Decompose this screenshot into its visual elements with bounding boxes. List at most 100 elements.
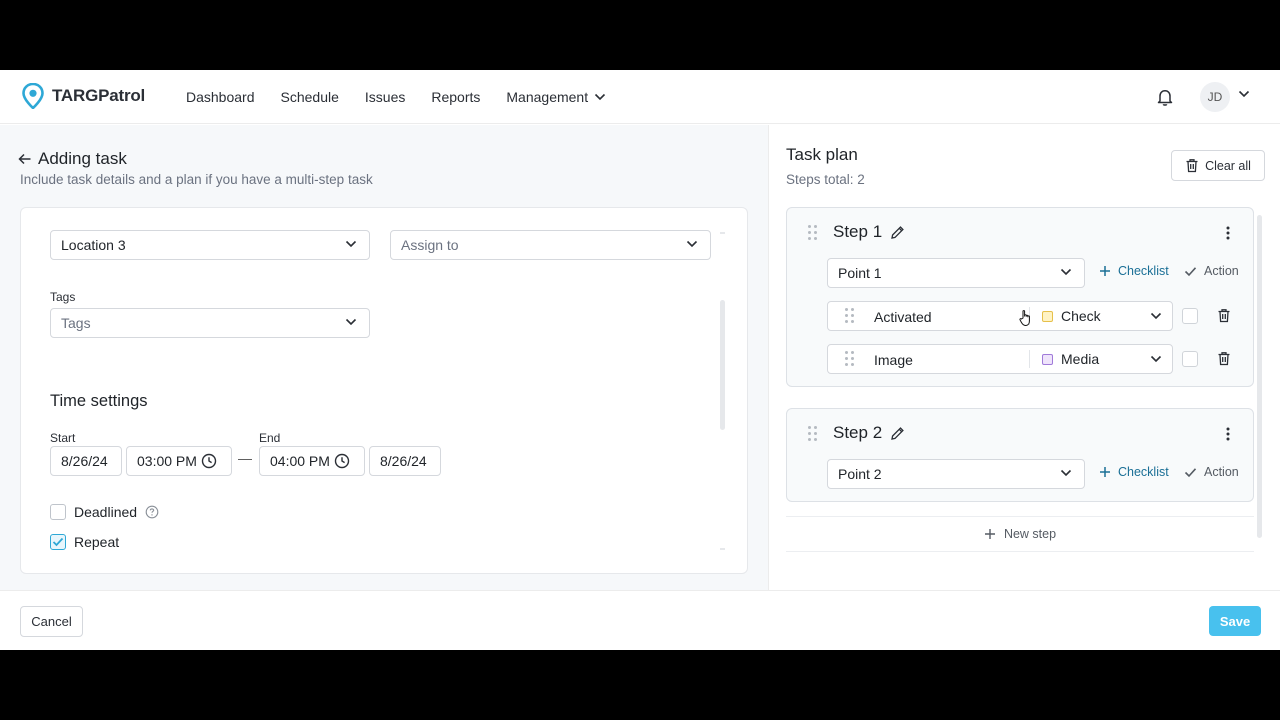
nav-reports[interactable]: Reports — [431, 89, 480, 105]
add-action-button[interactable]: Action — [1184, 264, 1239, 278]
form-scrollbar[interactable] — [720, 300, 725, 430]
assign-to-placeholder: Assign to — [401, 237, 459, 253]
check-type-icon — [1042, 310, 1053, 322]
checkmark-icon — [1184, 266, 1197, 276]
item-required-checkbox[interactable] — [1182, 308, 1198, 324]
user-avatar[interactable]: JD — [1200, 82, 1230, 112]
pencil-icon[interactable] — [890, 225, 905, 240]
checklist-item-name[interactable]: Activated — [874, 309, 932, 325]
location-select[interactable]: Location 3 — [50, 230, 370, 260]
deadlined-checkbox[interactable] — [50, 504, 66, 520]
drag-handle-icon[interactable] — [808, 426, 817, 441]
point-select[interactable]: Point 1 — [827, 258, 1085, 288]
tags-select[interactable]: Tags — [50, 308, 370, 338]
nav-issues[interactable]: Issues — [365, 89, 405, 105]
end-time-input[interactable]: 04:00 PM — [259, 446, 365, 476]
step-title: Step 2 — [833, 423, 905, 443]
repeat-option[interactable]: Repeat — [50, 534, 119, 550]
chevron-down-icon — [1150, 312, 1162, 320]
new-step-button[interactable]: New step — [786, 516, 1254, 552]
chevron-down-icon — [595, 93, 606, 101]
clear-all-button[interactable]: Clear all — [1171, 150, 1265, 181]
item-type-value: Check — [1061, 308, 1101, 324]
repeat-checkbox[interactable] — [50, 534, 66, 550]
main-nav: Dashboard Schedule Issues Reports Manage… — [186, 70, 606, 124]
point-select-value: Point 1 — [838, 265, 882, 281]
step-title: Step 1 — [833, 222, 905, 242]
plan-scrollbar[interactable] — [1257, 215, 1262, 538]
assign-to-select[interactable]: Assign to — [390, 230, 711, 260]
checkmark-icon — [52, 537, 64, 547]
trash-icon — [1186, 159, 1198, 173]
page-title: Adding task — [38, 149, 127, 168]
cancel-button[interactable]: Cancel — [20, 606, 83, 637]
end-date-input[interactable]: 8/26/24 — [369, 446, 441, 476]
kebab-menu-icon[interactable] — [1225, 426, 1231, 442]
add-checklist-button[interactable]: Checklist — [1099, 264, 1169, 278]
add-action-button[interactable]: Action — [1184, 465, 1239, 479]
add-action-label: Action — [1204, 465, 1239, 479]
item-type-select[interactable]: Media — [1042, 351, 1162, 367]
end-date-value: 8/26/24 — [380, 453, 427, 469]
drag-handle-icon[interactable] — [845, 308, 854, 323]
item-type-select[interactable]: Check — [1042, 308, 1162, 324]
step-card: Step 1 Point 1 Checklist Action Activate… — [786, 207, 1254, 387]
divider — [1029, 350, 1030, 368]
step-title-label: Step 2 — [833, 423, 883, 442]
chevron-down-icon[interactable] — [1238, 90, 1250, 98]
chevron-down-icon — [345, 240, 357, 248]
trash-icon[interactable] — [1217, 308, 1231, 323]
clock-icon[interactable] — [334, 453, 350, 469]
app-screen: TARGPatrol Dashboard Schedule Issues Rep… — [0, 70, 1280, 650]
task-plan-title: Task plan — [786, 145, 858, 164]
task-form-card: Location 3 Assign to Tags Tags Time sett… — [20, 207, 748, 574]
start-date-value: 8/26/24 — [61, 453, 108, 469]
start-label: Start — [50, 431, 76, 445]
kebab-menu-icon[interactable] — [1225, 225, 1231, 241]
drag-handle-icon[interactable] — [808, 225, 817, 240]
plus-icon — [1100, 467, 1110, 477]
clear-all-label: Clear all — [1205, 158, 1251, 173]
save-button[interactable]: Save — [1209, 606, 1261, 636]
nav-dashboard[interactable]: Dashboard — [186, 89, 255, 105]
logo[interactable]: TARGPatrol — [22, 83, 145, 109]
page-subtitle: Include task details and a plan if you h… — [20, 172, 373, 187]
bell-icon[interactable] — [1155, 87, 1175, 107]
start-time-value: 03:00 PM — [137, 453, 197, 469]
trash-icon[interactable] — [1217, 351, 1231, 366]
scrollbar-track-bottom — [720, 548, 725, 550]
app-name: TARGPatrol — [52, 86, 146, 105]
end-time-value: 04:00 PM — [270, 453, 330, 469]
point-select[interactable]: Point 2 — [827, 459, 1085, 489]
pencil-icon[interactable] — [890, 426, 905, 441]
help-circle-icon[interactable] — [145, 505, 159, 519]
chevron-down-icon — [345, 318, 357, 326]
back-link[interactable]: Adding task — [18, 149, 127, 169]
tags-placeholder: Tags — [61, 315, 91, 331]
add-checklist-label: Checklist — [1118, 465, 1169, 479]
start-time-input[interactable]: 03:00 PM — [126, 446, 232, 476]
media-type-icon — [1042, 353, 1053, 365]
start-date-input[interactable]: 8/26/24 — [50, 446, 122, 476]
drag-handle-icon[interactable] — [845, 351, 854, 366]
checklist-item: Image Media — [827, 344, 1173, 374]
task-plan-pane: Task plan Steps total: 2 Clear all Step … — [768, 125, 1280, 590]
point-select-value: Point 2 — [838, 466, 882, 482]
deadlined-option[interactable]: Deadlined — [50, 504, 159, 520]
checkmark-icon — [1184, 467, 1197, 477]
nav-management-label: Management — [506, 89, 589, 105]
time-settings-title: Time settings — [50, 392, 148, 410]
task-details-pane: Adding task Include task details and a p… — [0, 125, 768, 590]
chevron-down-icon — [1060, 469, 1072, 477]
location-select-value: Location 3 — [61, 237, 126, 253]
checklist-item-name[interactable]: Image — [874, 352, 913, 368]
item-required-checkbox[interactable] — [1182, 351, 1198, 367]
deadlined-label: Deadlined — [74, 504, 138, 520]
nav-management[interactable]: Management — [506, 89, 606, 105]
checklist-item: Activated Check — [827, 301, 1173, 331]
footer-bar: Cancel Save — [0, 590, 1280, 650]
repeat-label: Repeat — [74, 534, 120, 550]
add-checklist-button[interactable]: Checklist — [1099, 465, 1169, 479]
clock-icon[interactable] — [201, 453, 217, 469]
nav-schedule[interactable]: Schedule — [281, 89, 339, 105]
